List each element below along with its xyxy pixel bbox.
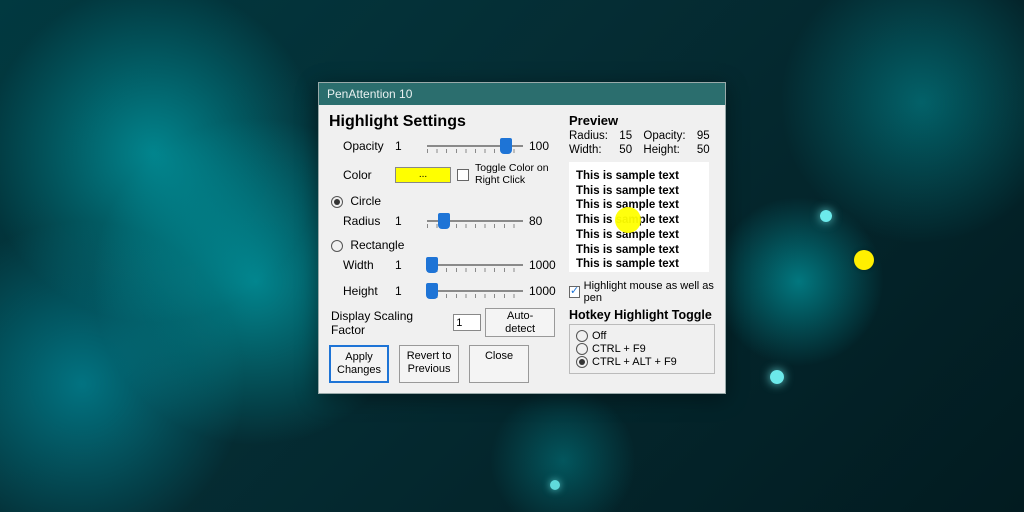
shape-rectangle-radio[interactable] xyxy=(331,240,343,252)
preview-title: Preview xyxy=(569,113,715,128)
height-slider-thumb[interactable] xyxy=(426,283,438,299)
color-swatch-button[interactable]: ... xyxy=(395,167,451,183)
page-title: Highlight Settings xyxy=(329,113,555,131)
preview-highlight-dot xyxy=(615,207,641,233)
shape-circle-radio[interactable] xyxy=(331,196,343,208)
preview-radius-label: Radius: xyxy=(569,130,613,142)
preview-sample-line: This is sample text xyxy=(576,198,702,213)
hotkey-off-radio[interactable] xyxy=(576,330,588,342)
toggle-color-label: Toggle Color on Right Click xyxy=(475,163,555,186)
radius-min: 1 xyxy=(395,214,421,228)
revert-button[interactable]: Revert to Previous xyxy=(399,345,459,382)
hotkey-off-label: Off xyxy=(592,330,606,342)
radius-slider-thumb[interactable] xyxy=(438,213,450,229)
apply-changes-button[interactable]: Apply Changes xyxy=(329,345,389,382)
desktop-highlight-dot xyxy=(854,250,874,270)
width-slider-thumb[interactable] xyxy=(426,257,438,273)
preview-sample-line: This is sample text xyxy=(576,169,702,184)
opacity-label: Opacity xyxy=(343,139,389,153)
bokeh-dot xyxy=(770,370,784,384)
height-max: 1000 xyxy=(529,284,555,298)
preview-opacity-value: 95 xyxy=(697,130,715,142)
preview-height-label: Height: xyxy=(643,144,691,156)
width-max: 1000 xyxy=(529,258,555,272)
highlight-mouse-label: Highlight mouse as well as pen xyxy=(584,280,715,304)
opacity-slider[interactable] xyxy=(427,137,523,155)
bokeh-dot xyxy=(820,210,832,222)
width-label: Width xyxy=(343,258,389,272)
preview-opacity-label: Opacity: xyxy=(643,130,691,142)
hotkey-ctrl-alt-f9-radio[interactable] xyxy=(576,356,588,368)
dsf-input[interactable] xyxy=(453,314,481,331)
hotkey-title: Hotkey Highlight Toggle xyxy=(569,308,715,322)
highlight-mouse-checkbox[interactable] xyxy=(569,286,580,298)
opacity-slider-thumb[interactable] xyxy=(500,138,512,154)
opacity-min: 1 xyxy=(395,139,421,153)
height-min: 1 xyxy=(395,284,421,298)
radius-label: Radius xyxy=(343,214,389,228)
shape-circle-label: Circle xyxy=(350,194,381,208)
width-slider[interactable] xyxy=(427,256,523,274)
color-swatch-text: ... xyxy=(419,169,427,180)
app-window: PenAttention 10 Highlight Settings Opaci… xyxy=(318,82,726,394)
preview-sample-line: This is sample text xyxy=(576,243,702,258)
hotkey-ctrl-f9-radio[interactable] xyxy=(576,343,588,355)
hotkey-ctrl-alt-f9-label: CTRL + ALT + F9 xyxy=(592,356,677,368)
height-slider[interactable] xyxy=(427,282,523,300)
width-min: 1 xyxy=(395,258,421,272)
preview-sample-line: This is sample text xyxy=(576,257,702,272)
auto-detect-button[interactable]: Auto-detect xyxy=(485,308,555,337)
window-title: PenAttention 10 xyxy=(327,87,412,101)
preview-sample-line: This is sample text xyxy=(576,184,702,199)
titlebar[interactable]: PenAttention 10 xyxy=(319,83,725,105)
hotkey-group: Off CTRL + F9 CTRL + ALT + F9 xyxy=(569,324,715,374)
dsf-label: Display Scaling Factor xyxy=(331,309,449,337)
radius-slider[interactable] xyxy=(427,212,523,230)
bokeh-dot xyxy=(550,480,560,490)
toggle-color-checkbox[interactable] xyxy=(457,169,469,181)
radius-max: 80 xyxy=(529,214,555,228)
preview-height-value: 50 xyxy=(697,144,715,156)
preview-width-value: 50 xyxy=(619,144,637,156)
color-label: Color xyxy=(343,168,389,182)
close-button[interactable]: Close xyxy=(469,345,529,382)
preview-canvas: This is sample text This is sample text … xyxy=(569,162,709,272)
opacity-max: 100 xyxy=(529,139,555,153)
preview-width-label: Width: xyxy=(569,144,613,156)
preview-sample-line: This is sample text xyxy=(576,228,702,243)
hotkey-ctrl-f9-label: CTRL + F9 xyxy=(592,343,646,355)
height-label: Height xyxy=(343,284,389,298)
preview-meta: Radius: 15 Opacity: 95 Width: 50 Height:… xyxy=(569,130,715,156)
shape-rectangle-label: Rectangle xyxy=(350,238,404,252)
preview-radius-value: 15 xyxy=(619,130,637,142)
